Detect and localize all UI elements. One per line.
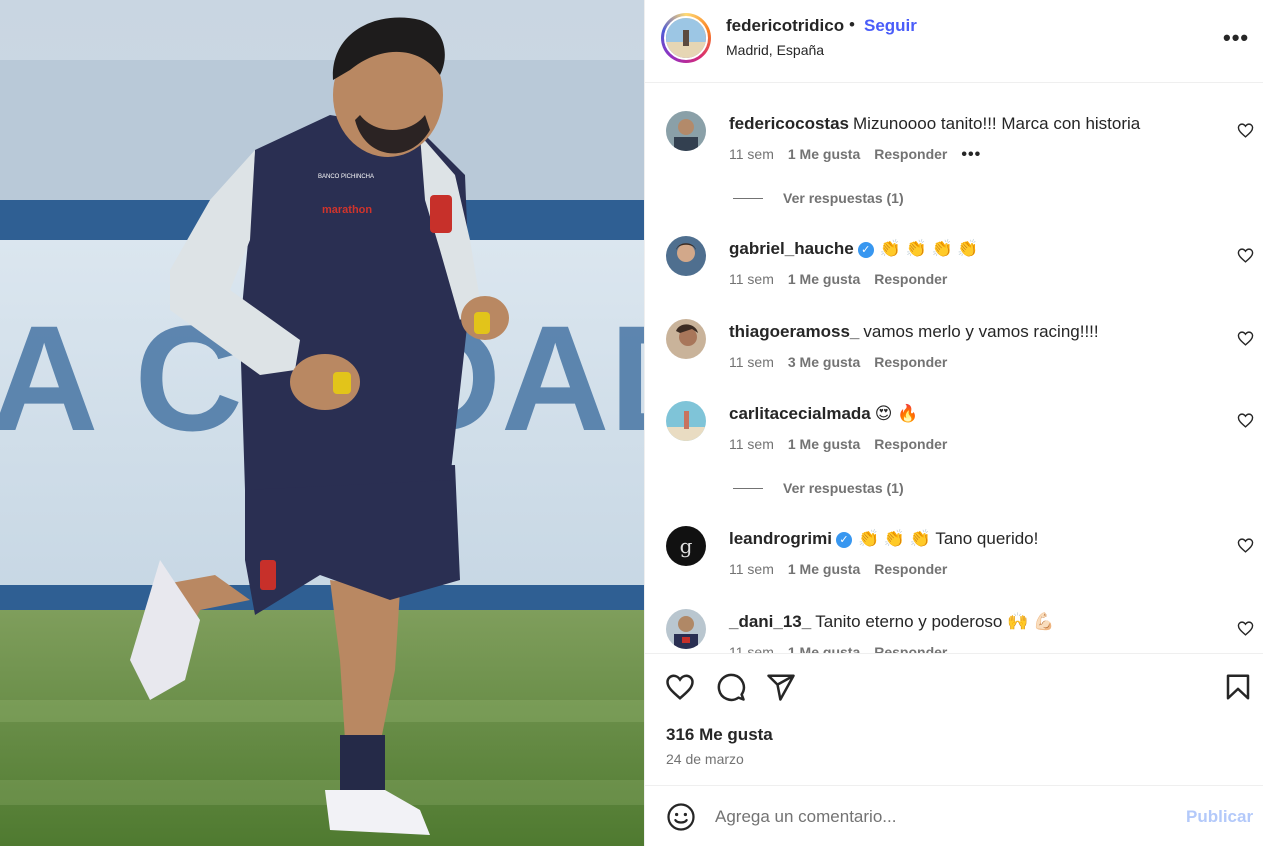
comment-meta: 11 sem 1 Me gusta Responder (729, 436, 961, 452)
author-avatar[interactable] (661, 13, 711, 63)
commenter-avatar-image (666, 111, 706, 151)
comment-icon[interactable] (716, 672, 746, 702)
commenter-avatar-image: g (666, 526, 706, 566)
comment-text: 👏 👏 👏 Tano querido! (857, 529, 1039, 548)
commenter-avatar[interactable] (666, 319, 706, 359)
comment-time[interactable]: 11 sem (729, 354, 774, 370)
view-replies-label: Ver respuestas (1) (783, 480, 904, 496)
comment-meta: 11 sem 3 Me gusta Responder (729, 354, 961, 370)
bookmark-icon[interactable] (1223, 672, 1253, 702)
shirt-brand-text: marathon (322, 204, 372, 216)
comment-heart-icon[interactable] (1237, 330, 1254, 347)
commenter-avatar[interactable]: g (666, 526, 706, 566)
comment-body: federicocostas Mizunoooo tanito!!! Marca … (729, 114, 1140, 134)
comments-list[interactable]: federicocostas Mizunoooo tanito!!! Marca … (645, 84, 1263, 653)
post-header: federicotridico • Seguir Madrid, España … (645, 0, 1263, 83)
post-photo[interactable]: A CIUDAD marathon BANCO PICHINCHA (0, 0, 644, 846)
reply-button[interactable]: Responder (874, 436, 947, 452)
post-date[interactable]: 24 de marzo (666, 751, 744, 767)
comment-body: thiagoeramoss_ vamos merlo y vamos racing… (729, 322, 1099, 342)
separator-dot: • (849, 15, 855, 34)
comment-username[interactable]: federicocostas (729, 114, 849, 133)
send-icon[interactable] (766, 672, 796, 702)
comment-body: carlitacecialmada 😍 🔥 (729, 404, 918, 424)
comment-text: 😍 🔥 (874, 404, 919, 423)
comment-heart-icon[interactable] (1237, 247, 1254, 264)
comment-username[interactable]: leandrogrimi (729, 529, 832, 548)
follow-button[interactable]: Seguir (864, 16, 917, 36)
commenter-avatar[interactable] (666, 111, 706, 151)
comment-body: _dani_13_ Tanito eterno y poderoso 🙌 💪🏻 (729, 612, 1054, 632)
reply-button[interactable]: Responder (874, 354, 947, 370)
comment-username[interactable]: _dani_13_ (729, 612, 811, 631)
post-image: A CIUDAD marathon BANCO PICHINCHA (0, 0, 644, 846)
author-username[interactable]: federicotridico (726, 16, 844, 36)
commenter-avatar[interactable] (666, 609, 706, 649)
comment-username[interactable]: gabriel_hauche (729, 239, 854, 258)
comment-text: Tanito eterno y poderoso 🙌 💪🏻 (815, 612, 1055, 631)
add-comment-bar: Publicar (645, 785, 1263, 846)
reply-button[interactable]: Responder (874, 146, 947, 162)
reply-button[interactable]: Responder (874, 561, 947, 577)
comment-meta: 11 sem 1 Me gusta Responder ••• (729, 146, 995, 164)
comment-time[interactable]: 11 sem (729, 561, 774, 577)
comment-likes[interactable]: 1 Me gusta (788, 561, 860, 577)
comment-time[interactable]: 11 sem (729, 146, 774, 162)
reply-button[interactable]: Responder (874, 644, 947, 653)
comment-meta: 11 sem 1 Me gusta Responder (729, 644, 961, 653)
post-sidebar: federicotridico • Seguir Madrid, España … (644, 0, 1263, 846)
commenter-avatar-image (666, 319, 706, 359)
commenter-avatar-image (666, 236, 706, 276)
comment-heart-icon[interactable] (1237, 620, 1254, 637)
comment-text: Mizunoooo tanito!!! Marca con historia (853, 114, 1141, 133)
heart-icon[interactable] (665, 672, 695, 702)
comment-likes[interactable]: 1 Me gusta (788, 644, 860, 653)
comment-likes[interactable]: 3 Me gusta (788, 354, 860, 370)
post-location[interactable]: Madrid, España (726, 42, 824, 58)
commenter-avatar-image (666, 401, 706, 441)
comment-username[interactable]: carlitacecialmada (729, 404, 871, 423)
comment-username[interactable]: thiagoeramoss_ (729, 322, 859, 341)
commenter-avatar-image (666, 609, 706, 649)
comment-heart-icon[interactable] (1237, 412, 1254, 429)
replies-line (733, 488, 763, 489)
comment-heart-icon[interactable] (1237, 122, 1254, 139)
comment-input[interactable] (715, 804, 1155, 830)
comment-time[interactable]: 11 sem (729, 436, 774, 452)
comment-body: gabriel_hauche ✓ 👏 👏 👏 👏 (729, 239, 979, 259)
view-replies-button[interactable]: Ver respuestas (1) (733, 190, 904, 206)
publish-button[interactable]: Publicar (1186, 807, 1253, 827)
likes-count[interactable]: 316 Me gusta (666, 725, 773, 745)
comment-heart-icon[interactable] (1237, 537, 1254, 554)
comment-more-icon[interactable]: ••• (961, 146, 981, 163)
svg-text:g: g (680, 534, 693, 558)
view-replies-label: Ver respuestas (1) (783, 190, 904, 206)
view-replies-button[interactable]: Ver respuestas (1) (733, 480, 904, 496)
reply-button[interactable]: Responder (874, 271, 947, 287)
shirt-sponsor-text: BANCO PICHINCHA (318, 174, 374, 180)
comment-likes[interactable]: 1 Me gusta (788, 146, 860, 162)
comment-meta: 11 sem 1 Me gusta Responder (729, 561, 961, 577)
comment-likes[interactable]: 1 Me gusta (788, 271, 860, 287)
smiley-icon[interactable] (666, 802, 696, 832)
author-avatar-image (666, 18, 706, 58)
commenter-avatar[interactable] (666, 236, 706, 276)
verified-badge-icon: ✓ (857, 242, 874, 258)
comment-time[interactable]: 11 sem (729, 644, 774, 653)
post-actions: 316 Me gusta 24 de marzo (645, 653, 1263, 785)
verified-badge-icon: ✓ (835, 532, 852, 548)
replies-line (733, 198, 763, 199)
comment-text: 👏 👏 👏 👏 (879, 239, 979, 258)
more-options-icon[interactable]: ••• (1223, 27, 1249, 49)
comment-text: vamos merlo y vamos racing!!!! (863, 322, 1099, 341)
comment-meta: 11 sem 1 Me gusta Responder (729, 271, 961, 287)
comment-body: leandrogrimi ✓ 👏 👏 👏 Tano querido! (729, 529, 1038, 549)
comment-likes[interactable]: 1 Me gusta (788, 436, 860, 452)
commenter-avatar[interactable] (666, 401, 706, 441)
comment-time[interactable]: 11 sem (729, 271, 774, 287)
